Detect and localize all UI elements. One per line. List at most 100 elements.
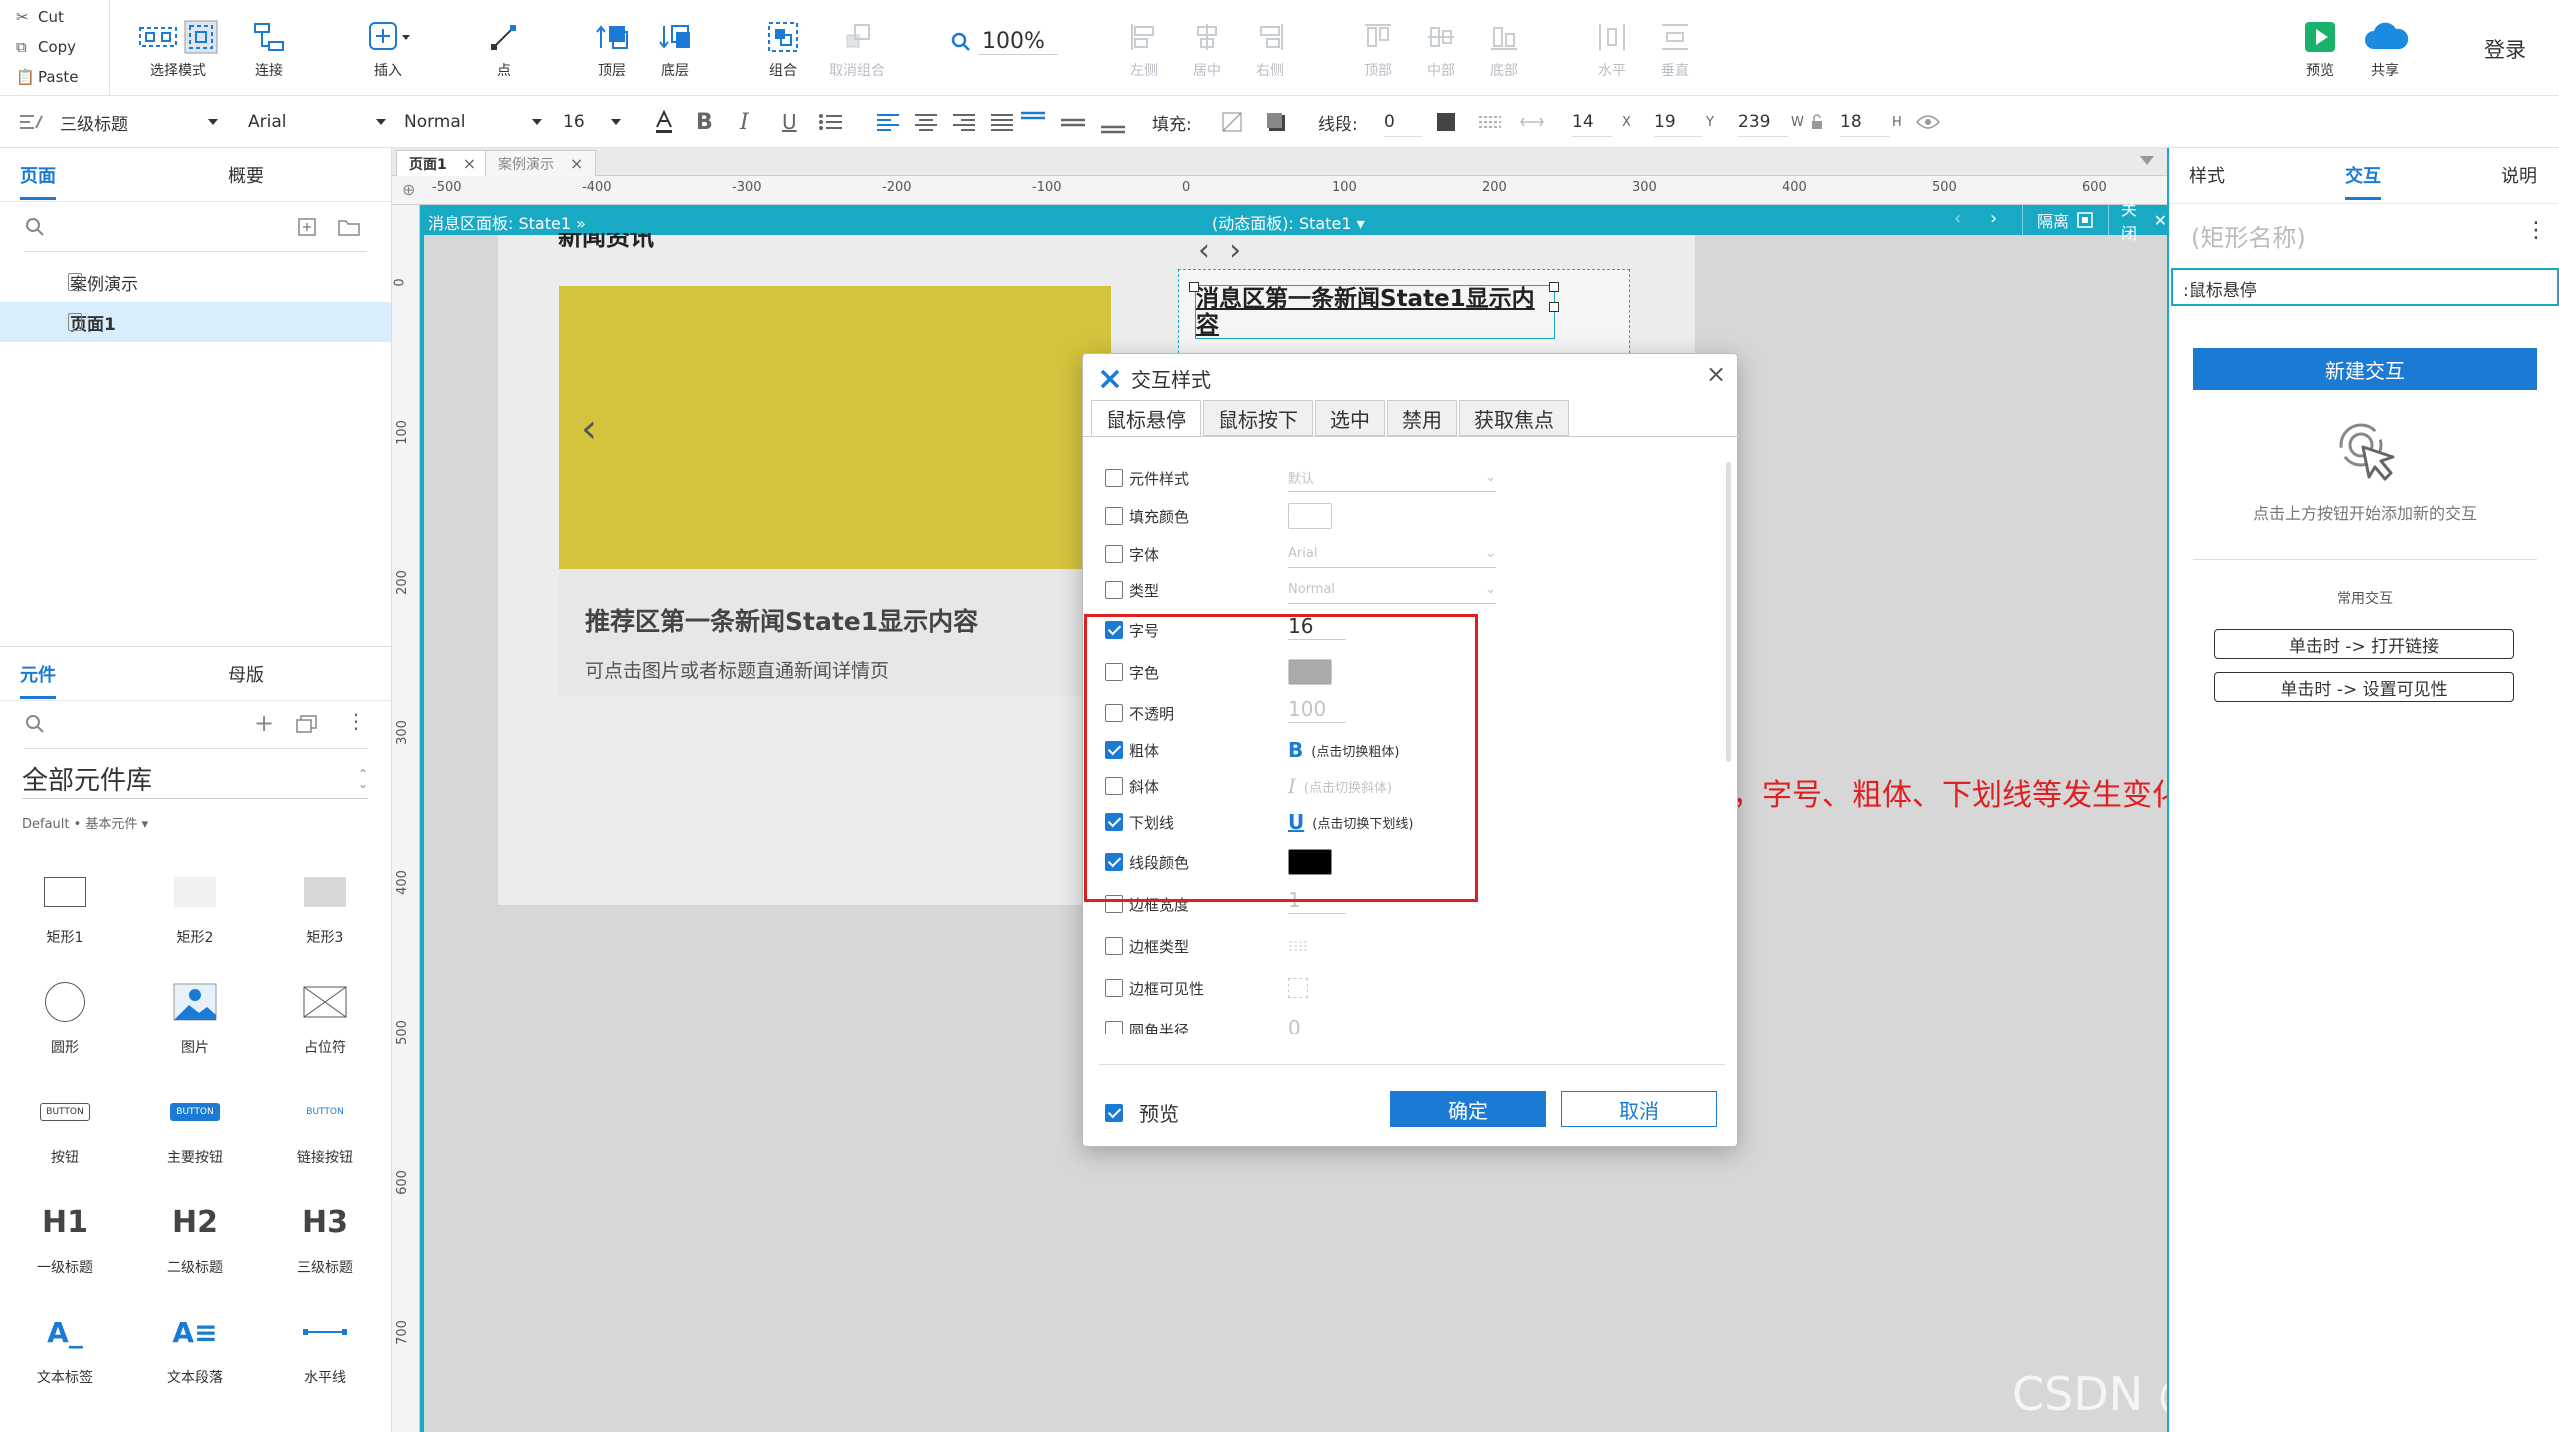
widget-placeholder[interactable]: 占位符 bbox=[260, 967, 390, 1057]
isolate-button[interactable]: 隔离 bbox=[2022, 205, 2093, 235]
shadow-button[interactable] bbox=[1266, 96, 1286, 148]
font-type-select[interactable]: Normal ⌄ bbox=[1288, 576, 1496, 604]
panel-breadcrumb[interactable]: 消息区面板: State1 » bbox=[428, 210, 586, 234]
add-page-icon[interactable] bbox=[298, 218, 316, 236]
widget-hline[interactable]: 水平线 bbox=[260, 1297, 390, 1387]
library-breadcrumb[interactable]: Default • 基本元件 ▾ bbox=[22, 813, 392, 832]
widget-style-select[interactable]: 默认 ⌄ bbox=[1288, 464, 1496, 492]
tab-selected[interactable]: 选中 bbox=[1315, 400, 1385, 436]
distribute-horizontal-button[interactable]: 水平 bbox=[1592, 14, 1632, 80]
text-color-button[interactable] bbox=[654, 96, 674, 148]
shape-name-field[interactable]: (矩形名称) bbox=[2191, 218, 2306, 253]
border-type-select[interactable] bbox=[1288, 932, 1310, 960]
share-button[interactable]: 共享 bbox=[2360, 14, 2410, 80]
send-to-back-button[interactable]: 底层 bbox=[655, 14, 695, 80]
width-input[interactable]: 239 bbox=[1738, 107, 1788, 137]
widget-h1[interactable]: H1 一级标题 bbox=[0, 1187, 130, 1277]
insert-button[interactable]: 插入 bbox=[360, 14, 416, 80]
add-library-icon[interactable]: + bbox=[254, 709, 274, 737]
group-button[interactable]: 组合 bbox=[763, 14, 803, 80]
y-input[interactable]: 19 bbox=[1654, 107, 1702, 137]
new-interaction-button[interactable]: 新建交互 bbox=[2193, 348, 2537, 390]
align-top-button[interactable]: 顶部 bbox=[1358, 14, 1398, 80]
select-mode-button[interactable]: 选择模式 bbox=[125, 14, 231, 80]
font-select[interactable]: Arial bbox=[248, 96, 386, 148]
dialog-scrollbar[interactable] bbox=[1726, 462, 1731, 762]
arrow-style-button[interactable] bbox=[1520, 96, 1544, 148]
widget-image[interactable]: 图片 bbox=[130, 967, 260, 1057]
visibility-eye-icon[interactable] bbox=[1916, 96, 1940, 148]
close-panel-button[interactable]: 关闭 ✕ bbox=[2108, 200, 2167, 243]
widget-text-paragraph[interactable]: A≡ 文本段落 bbox=[130, 1297, 260, 1387]
prop-border-visibility[interactable]: 边框可见性 bbox=[1105, 974, 1204, 1002]
valign-bottom-icon[interactable] bbox=[1100, 110, 1126, 134]
login-link[interactable]: 登录 bbox=[2484, 34, 2526, 64]
tabs-overflow-icon[interactable] bbox=[2140, 156, 2154, 165]
widget-primary-button[interactable]: BUTTON 主要按钮 bbox=[130, 1077, 260, 1167]
page-item-demo[interactable]: 案例演示 bbox=[0, 262, 391, 302]
checkbox[interactable] bbox=[1105, 937, 1123, 955]
widget-h3[interactable]: H3 三级标题 bbox=[260, 1187, 390, 1277]
text-align-right-icon[interactable] bbox=[952, 112, 976, 132]
preview-checkbox[interactable]: 预览 bbox=[1105, 1098, 1179, 1127]
height-input[interactable]: 18 bbox=[1840, 107, 1890, 137]
tab-notes[interactable]: 说明 bbox=[2501, 162, 2537, 188]
checkbox[interactable] bbox=[1105, 545, 1123, 563]
close-icon[interactable]: × bbox=[570, 154, 583, 173]
corner-radius-input[interactable]: 0 bbox=[1288, 1014, 1301, 1034]
tab-masters[interactable]: 母版 bbox=[228, 661, 264, 687]
tab-interact[interactable]: 交互 bbox=[2345, 162, 2381, 200]
prop-type[interactable]: 类型 bbox=[1105, 576, 1159, 604]
prop-font[interactable]: 字体 bbox=[1105, 540, 1159, 568]
cancel-button[interactable]: 取消 bbox=[1561, 1091, 1717, 1127]
tab-widgets[interactable]: 元件 bbox=[20, 661, 56, 699]
valign-middle-icon[interactable] bbox=[1060, 110, 1086, 134]
prop-fill-color[interactable]: 填充颜色 bbox=[1105, 502, 1189, 530]
widget-h2[interactable]: H2 二级标题 bbox=[130, 1187, 260, 1277]
tab-pages[interactable]: 页面 bbox=[20, 162, 56, 200]
tab-disabled[interactable]: 禁用 bbox=[1387, 400, 1457, 436]
checkbox-checked[interactable] bbox=[1105, 1103, 1123, 1122]
checkbox[interactable] bbox=[1105, 581, 1123, 599]
event-field[interactable]: :鼠标悬停 bbox=[2171, 268, 2559, 306]
copy-button[interactable]: ⧉ Copy bbox=[0, 32, 109, 62]
widget-rect1[interactable]: 矩形1 bbox=[0, 857, 130, 947]
italic-button[interactable]: I bbox=[740, 96, 749, 148]
bold-button[interactable]: B bbox=[696, 96, 713, 148]
text-justify-icon[interactable] bbox=[990, 112, 1014, 132]
featured-image[interactable]: ‹ bbox=[559, 286, 1111, 569]
lock-ratio-icon[interactable] bbox=[1810, 96, 1824, 148]
prop-corner-radius[interactable]: 圆角半径 bbox=[1105, 1016, 1189, 1034]
line-width-input[interactable]: 0 bbox=[1384, 107, 1422, 137]
text-align-left-icon[interactable] bbox=[876, 112, 900, 132]
resize-handle[interactable] bbox=[1549, 282, 1559, 292]
search-icon[interactable] bbox=[24, 216, 46, 238]
font-size-select[interactable]: 16 bbox=[563, 96, 621, 148]
valign-top-icon[interactable] bbox=[1020, 110, 1046, 134]
library-select[interactable]: 全部元件库 ⌃ ⌄ bbox=[22, 759, 368, 799]
panel-state-select[interactable]: (动态面板): State1 ▾ bbox=[1212, 210, 1365, 234]
align-middle-button[interactable]: 中部 bbox=[1421, 14, 1461, 80]
library-stack-icon[interactable] bbox=[296, 715, 318, 733]
checkbox[interactable] bbox=[1105, 507, 1123, 525]
more-vert-icon[interactable]: ⋮ bbox=[2525, 218, 2547, 243]
checkbox[interactable] bbox=[1105, 469, 1123, 487]
bullet-list-button[interactable] bbox=[818, 96, 844, 148]
dialog-close-icon[interactable]: × bbox=[1706, 360, 1726, 388]
checkbox[interactable] bbox=[1105, 1021, 1123, 1034]
zoom-select[interactable]: 100% bbox=[950, 24, 1058, 60]
checkbox[interactable] bbox=[1105, 979, 1123, 997]
ok-button[interactable]: 确定 bbox=[1390, 1091, 1546, 1127]
paste-button[interactable]: 📋 Paste bbox=[0, 62, 109, 92]
add-folder-icon[interactable] bbox=[338, 218, 360, 236]
underline-button[interactable]: U bbox=[782, 96, 797, 148]
x-input[interactable]: 14 bbox=[1572, 107, 1612, 137]
widget-link-button[interactable]: BUTTON 链接按钮 bbox=[260, 1077, 390, 1167]
tab-overview[interactable]: 概要 bbox=[228, 162, 264, 188]
tab-hover[interactable]: 鼠标悬停 bbox=[1091, 400, 1201, 436]
quick-open-link-button[interactable]: 单击时 -> 打开链接 bbox=[2214, 629, 2514, 659]
prop-border-type[interactable]: 边框类型 bbox=[1105, 932, 1189, 960]
preview-button[interactable]: 预览 bbox=[2298, 14, 2342, 80]
quick-set-visibility-button[interactable]: 单击时 -> 设置可见性 bbox=[2214, 672, 2514, 702]
prev-state-icon[interactable]: ‹ bbox=[1954, 208, 1961, 229]
